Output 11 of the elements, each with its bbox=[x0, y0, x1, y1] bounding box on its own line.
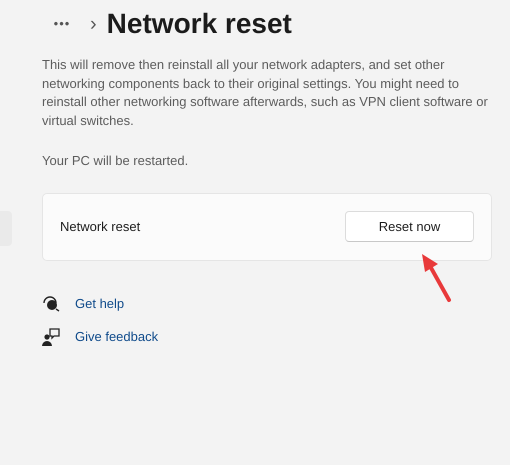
feedback-icon bbox=[42, 328, 60, 346]
page-title: Network reset bbox=[106, 7, 292, 41]
restart-note: Your PC will be restarted. bbox=[42, 152, 190, 170]
more-button[interactable]: ••• bbox=[44, 14, 80, 34]
breadcrumb-separator: › bbox=[90, 12, 97, 37]
card-label: Network reset bbox=[60, 218, 140, 236]
link[interactable]: Give feedback bbox=[75, 327, 158, 346]
help-icon bbox=[42, 294, 60, 312]
link[interactable]: Get help bbox=[75, 294, 124, 313]
reset-button[interactable]: Reset now bbox=[345, 211, 474, 242]
description-text: This will remove then reinstall all your network adapters, and set other networking components back to their original settings. You might need to reinstall other networking software afterwards, such as VPN client software or virtual switches. bbox=[42, 56, 489, 130]
